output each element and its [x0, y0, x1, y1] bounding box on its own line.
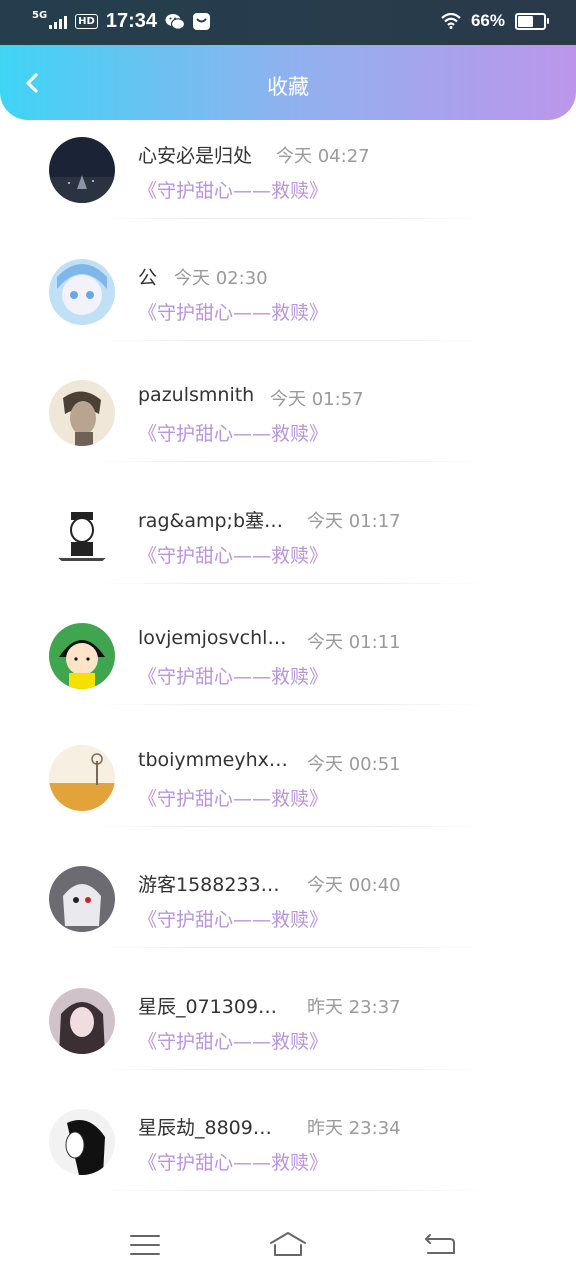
- item-username: 公: [138, 266, 158, 289]
- signal-icon: [49, 15, 68, 29]
- wifi-icon: [441, 13, 461, 29]
- divider: [90, 218, 490, 219]
- avatar[interactable]: [49, 987, 115, 1054]
- item-time: 昨天 23:34: [307, 1118, 401, 1139]
- list-item[interactable]: 星辰_071309… 昨天 23:37 《守护甜心——救赎》: [0, 983, 576, 1105]
- avatar[interactable]: [49, 258, 115, 325]
- item-time: 今天 01:11: [307, 632, 401, 653]
- status-bar: 5G HD 17:34 66%: [0, 0, 576, 45]
- menu-icon: [130, 1235, 160, 1255]
- list-item[interactable]: 公 今天 02:30 《守护甜心——救赎》: [0, 254, 576, 376]
- divider: [90, 947, 490, 948]
- list-item[interactable]: 心安必是归处 今天 04:27 《守护甜心——救赎》: [0, 132, 576, 254]
- item-time: 今天 04:27: [276, 146, 370, 167]
- avatar[interactable]: [49, 623, 115, 689]
- system-nav-bar: [0, 1205, 576, 1280]
- item-book-title[interactable]: 《守护甜心——救赎》: [138, 1027, 328, 1054]
- list-item[interactable]: lovjemjosvchl… 今天 01:11 《守护甜心——救赎》: [0, 618, 576, 740]
- item-book-title[interactable]: 《守护甜心——救赎》: [138, 662, 328, 689]
- item-book-title[interactable]: 《守护甜心——救赎》: [138, 905, 328, 932]
- back-icon: [425, 1234, 455, 1254]
- avatar[interactable]: [49, 501, 115, 568]
- item-time: 今天 01:57: [270, 389, 364, 410]
- divider: [90, 582, 490, 584]
- divider: [90, 339, 490, 341]
- avatar[interactable]: [49, 137, 115, 203]
- item-book-title[interactable]: 《守护甜心——救赎》: [138, 784, 328, 811]
- home-icon: [270, 1232, 306, 1256]
- battery-percent: 66%: [470, 11, 505, 30]
- item-book-title[interactable]: 《守护甜心——救赎》: [138, 176, 328, 203]
- divider: [90, 1190, 490, 1191]
- list-item[interactable]: rag&amp;b塞… 今天 01:17 《守护甜心——救赎》: [0, 497, 576, 619]
- battery-icon: [515, 12, 549, 30]
- divider: [90, 1068, 490, 1070]
- status-right: 66%: [441, 11, 549, 31]
- list-item[interactable]: tboiymmeyhx… 今天 00:51 《守护甜心——救赎》: [0, 740, 576, 862]
- item-username: 星辰劫_8809…: [138, 1117, 272, 1139]
- item-username: pazulsmnith: [138, 384, 255, 406]
- wechat-icon: [165, 13, 185, 30]
- list-item[interactable]: pazulsmnith 今天 01:57 《守护甜心——救赎》: [0, 375, 576, 497]
- hd-icon: HD: [75, 14, 98, 29]
- divider: [90, 461, 490, 462]
- item-username: 星辰_071309…: [138, 995, 278, 1018]
- item-username: lovjemjosvchl…: [138, 627, 287, 649]
- nav-back-button[interactable]: [420, 1225, 460, 1265]
- divider: [90, 704, 490, 705]
- item-time: 今天 00:40: [307, 875, 401, 896]
- app-header: 收藏: [0, 45, 576, 120]
- home-button[interactable]: [268, 1225, 308, 1265]
- item-time: 今天 00:51: [307, 753, 401, 775]
- status-left: 5G HD 17:34: [32, 10, 210, 33]
- item-book-title[interactable]: 《守护甜心——救赎》: [138, 419, 328, 446]
- favorites-list: 心安必是归处 今天 04:27 《守护甜心——救赎》 公 今天 02:30 《守…: [0, 132, 576, 1226]
- item-username: 游客1588233…: [138, 874, 280, 896]
- avatar[interactable]: [49, 744, 115, 811]
- page-title: 收藏: [267, 75, 309, 99]
- item-book-title[interactable]: 《守护甜心——救赎》: [138, 541, 328, 568]
- message-icon: [193, 13, 210, 30]
- list-item[interactable]: 游客1588233… 今天 00:40 《守护甜心——救赎》: [0, 861, 576, 983]
- avatar[interactable]: [49, 1109, 115, 1175]
- item-username: 心安必是归处: [138, 145, 253, 167]
- item-username: tboiymmeyhx…: [138, 748, 288, 771]
- divider: [90, 825, 490, 827]
- item-book-title[interactable]: 《守护甜心——救赎》: [138, 1148, 328, 1175]
- network-type: 5G: [32, 9, 48, 21]
- item-time: 昨天 23:37: [307, 996, 401, 1018]
- avatar[interactable]: [49, 380, 115, 446]
- item-username: rag&amp;b塞…: [138, 509, 284, 532]
- item-time: 今天 02:30: [174, 267, 268, 289]
- clock: 17:34: [105, 10, 157, 32]
- item-time: 今天 01:17: [307, 510, 401, 532]
- item-book-title[interactable]: 《守护甜心——救赎》: [138, 298, 328, 325]
- avatar[interactable]: [49, 866, 115, 932]
- menu-button[interactable]: [125, 1225, 165, 1265]
